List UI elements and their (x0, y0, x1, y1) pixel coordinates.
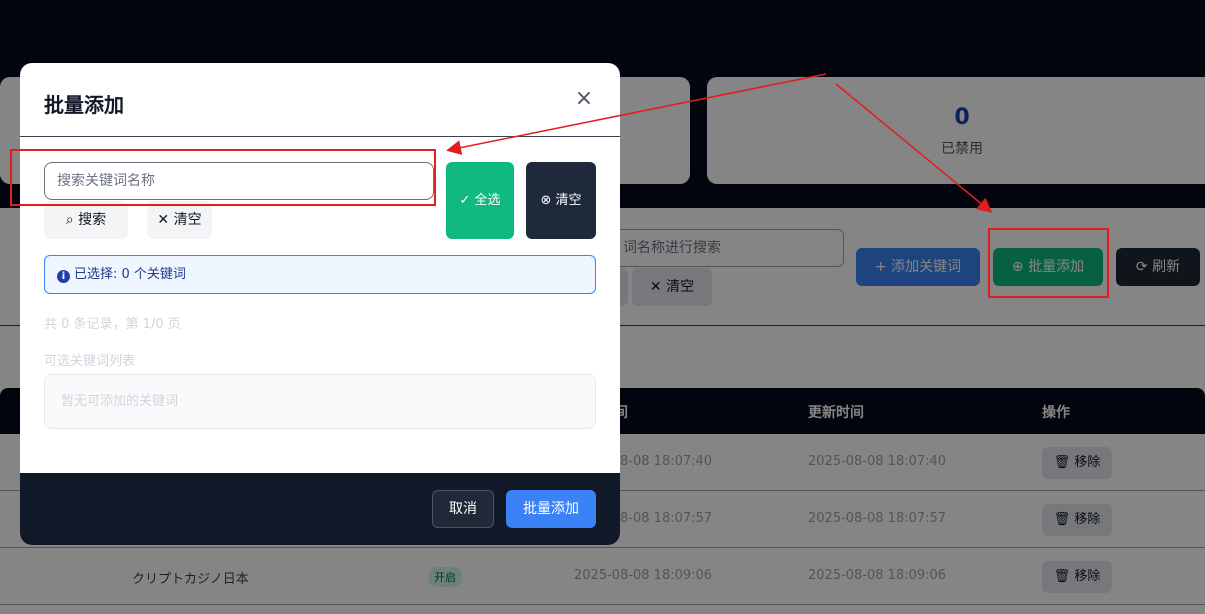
annotation-arrow-to-search (446, 73, 827, 155)
annotation-arrows (446, 73, 993, 213)
annotation-arrow-to-batch-add (835, 83, 993, 213)
